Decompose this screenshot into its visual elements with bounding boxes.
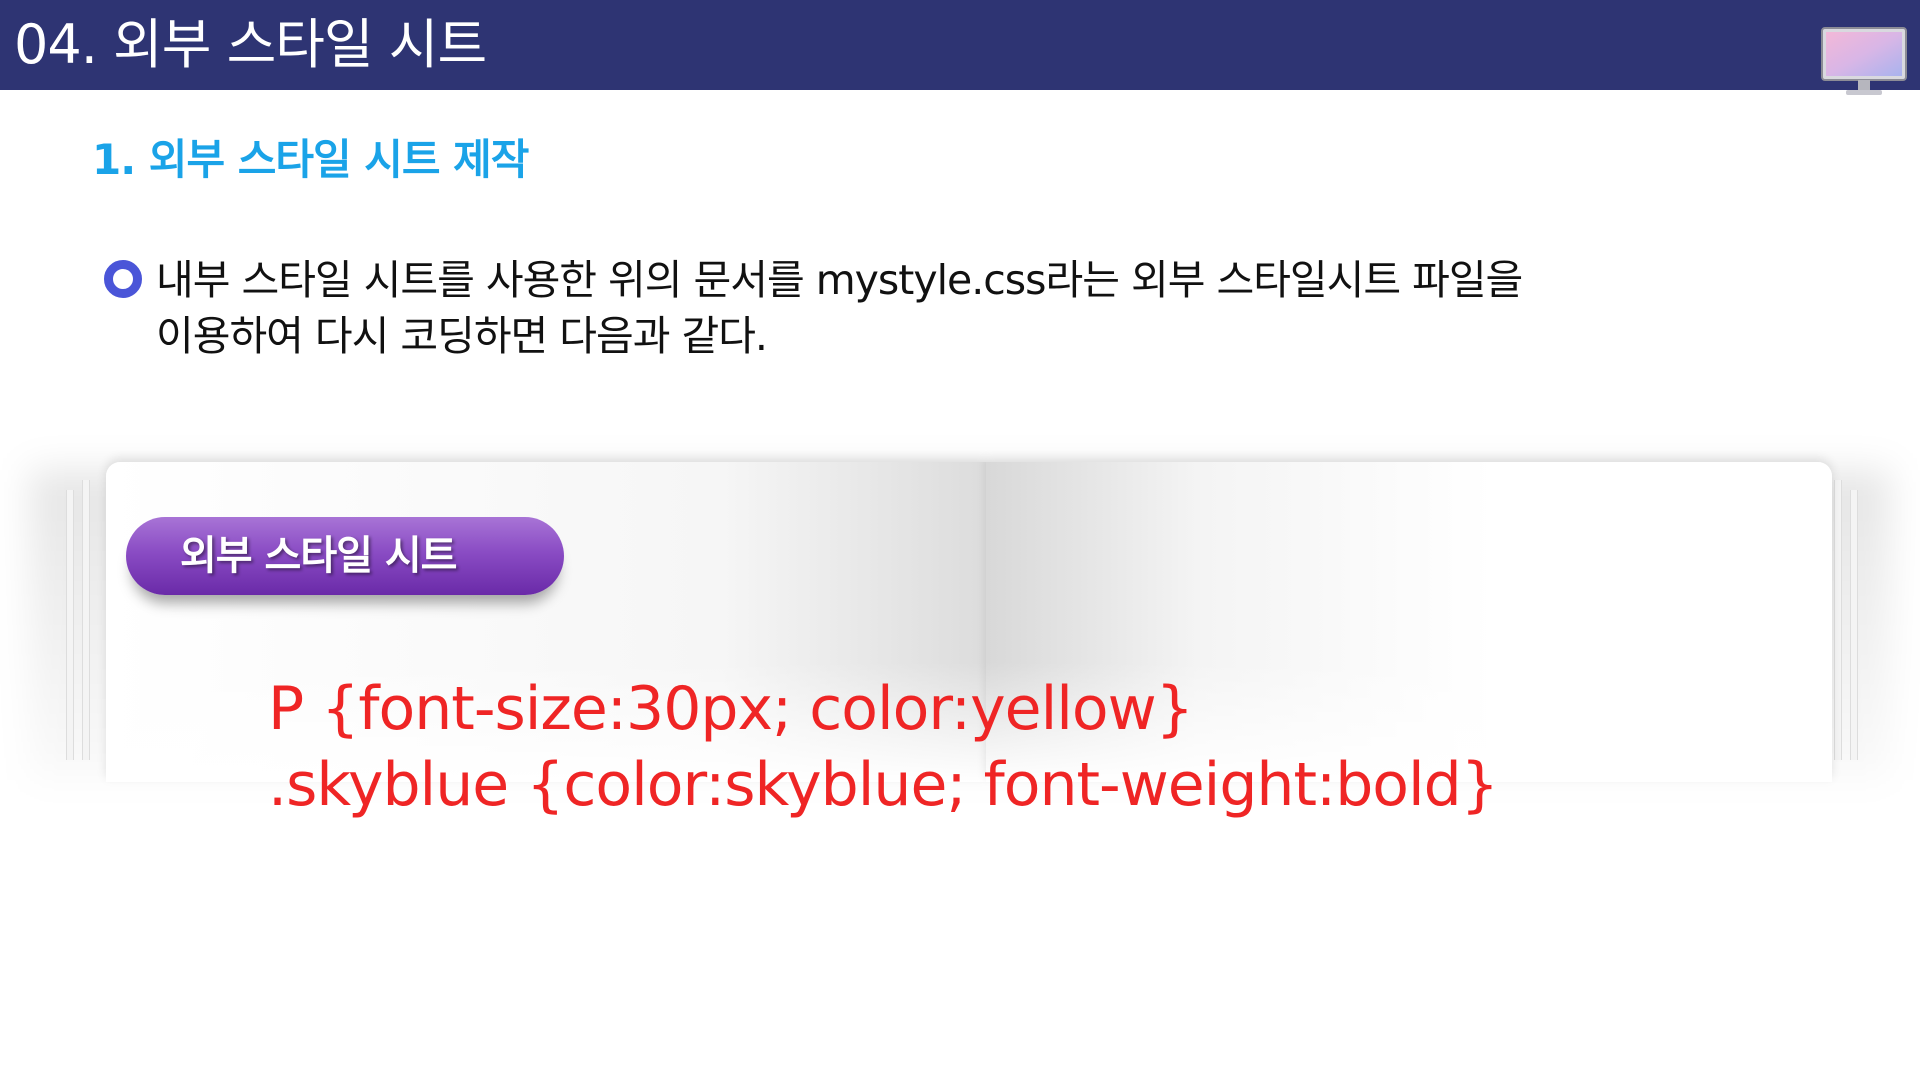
ring-bullet-icon [104, 260, 142, 298]
code-line-2: .skyblue {color:skyblue; font-weight:bol… [268, 750, 1499, 820]
section-heading: 1. 외부 스타일 시트 제작 [92, 135, 529, 184]
slide-title: 04. 외부 스타일 시트 [14, 13, 487, 76]
page-edge-right-inner [1834, 480, 1842, 760]
page-edge-right-outer [1850, 490, 1858, 760]
code-line-1: P {font-size:30px; color:yellow} [268, 674, 1194, 744]
label-pill: 외부 스타일 시트 [126, 517, 564, 595]
page-edge-left-inner [82, 480, 90, 760]
title-bar: 04. 외부 스타일 시트 [0, 0, 1920, 95]
label-pill-text: 외부 스타일 시트 [180, 533, 457, 579]
bullet-text: 내부 스타일 시트를 사용한 위의 문서를 mystyle.css라는 외부 스… [156, 252, 1836, 364]
bullet-text-line-2: 이용하여 다시 코딩하면 다음과 같다. [156, 312, 768, 360]
page-edge-left-outer [66, 490, 74, 760]
monitor-icon [1821, 27, 1907, 95]
bullet-text-line-1: 내부 스타일 시트를 사용한 위의 문서를 mystyle.css라는 외부 스… [156, 256, 1523, 304]
